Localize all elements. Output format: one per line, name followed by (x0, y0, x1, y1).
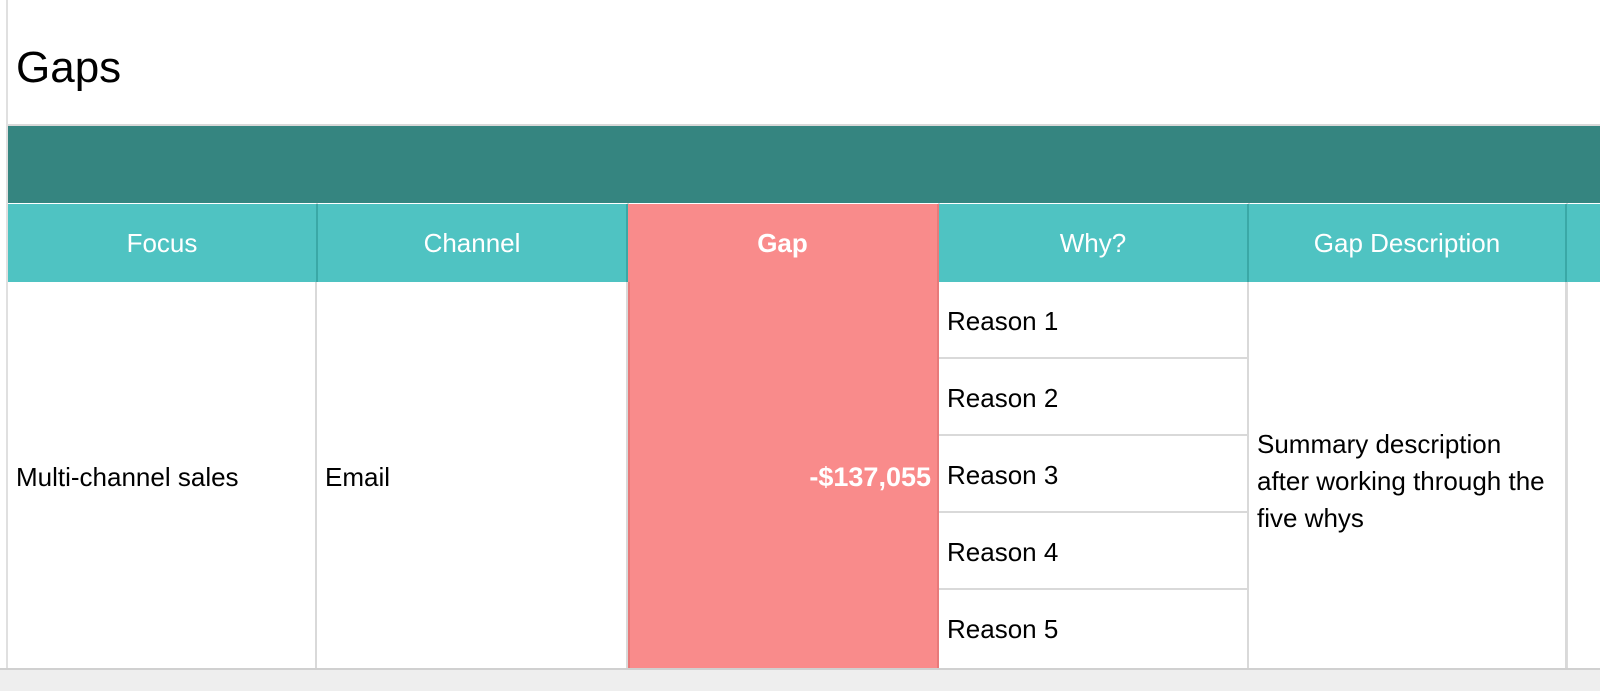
header-why-label: Why? (1059, 227, 1127, 258)
header-gap-label: Gap (757, 227, 808, 258)
header-focus[interactable]: Focus (8, 204, 318, 282)
header-gap-description[interactable]: Gap Description (1249, 204, 1567, 282)
reason-cell-4[interactable]: Reason 4 (939, 513, 1249, 590)
reason-cell-2[interactable]: Reason 2 (939, 359, 1249, 436)
reason-cell-1[interactable]: Reason 1 (939, 282, 1249, 359)
gap-description-text: Summary description after working throug… (1257, 429, 1545, 533)
grid-next-row[interactable] (0, 668, 1600, 691)
spreadsheet: Gaps Focus Channel Gap Why? Gap Descript… (0, 0, 1600, 691)
gap-value: -$137,055 (809, 462, 931, 492)
reason-2-text: Reason 2 (947, 383, 1059, 413)
sheet-title: Gaps (16, 43, 122, 92)
title-cell[interactable]: Gaps (8, 8, 1600, 126)
table-header-row: Focus Channel Gap Why? Gap Description (8, 204, 1600, 282)
header-channel-label: Channel (423, 227, 521, 258)
header-channel[interactable]: Channel (318, 204, 628, 282)
grid-left-edge (0, 0, 8, 691)
focus-cell[interactable]: Multi-channel sales (8, 282, 317, 668)
reason-5-text: Reason 5 (947, 614, 1059, 644)
header-focus-label: Focus (126, 227, 198, 258)
reason-cell-3[interactable]: Reason 3 (939, 436, 1249, 513)
gap-cell[interactable]: -$137,055 (628, 282, 939, 668)
reason-cell-5[interactable]: Reason 5 (939, 590, 1249, 668)
channel-value: Email (325, 462, 391, 492)
header-gap[interactable]: Gap (628, 204, 939, 282)
reason-4-text: Reason 4 (947, 537, 1059, 567)
header-gap-description-label: Gap Description (1313, 227, 1501, 258)
gap-description-cell[interactable]: Summary description after working throug… (1249, 282, 1567, 668)
banner-row[interactable] (8, 126, 1600, 203)
focus-value: Multi-channel sales (16, 462, 239, 492)
header-why[interactable]: Why? (939, 204, 1249, 282)
reason-3-text: Reason 3 (947, 460, 1059, 490)
reason-1-text: Reason 1 (947, 306, 1059, 336)
channel-cell[interactable]: Email (317, 282, 628, 668)
